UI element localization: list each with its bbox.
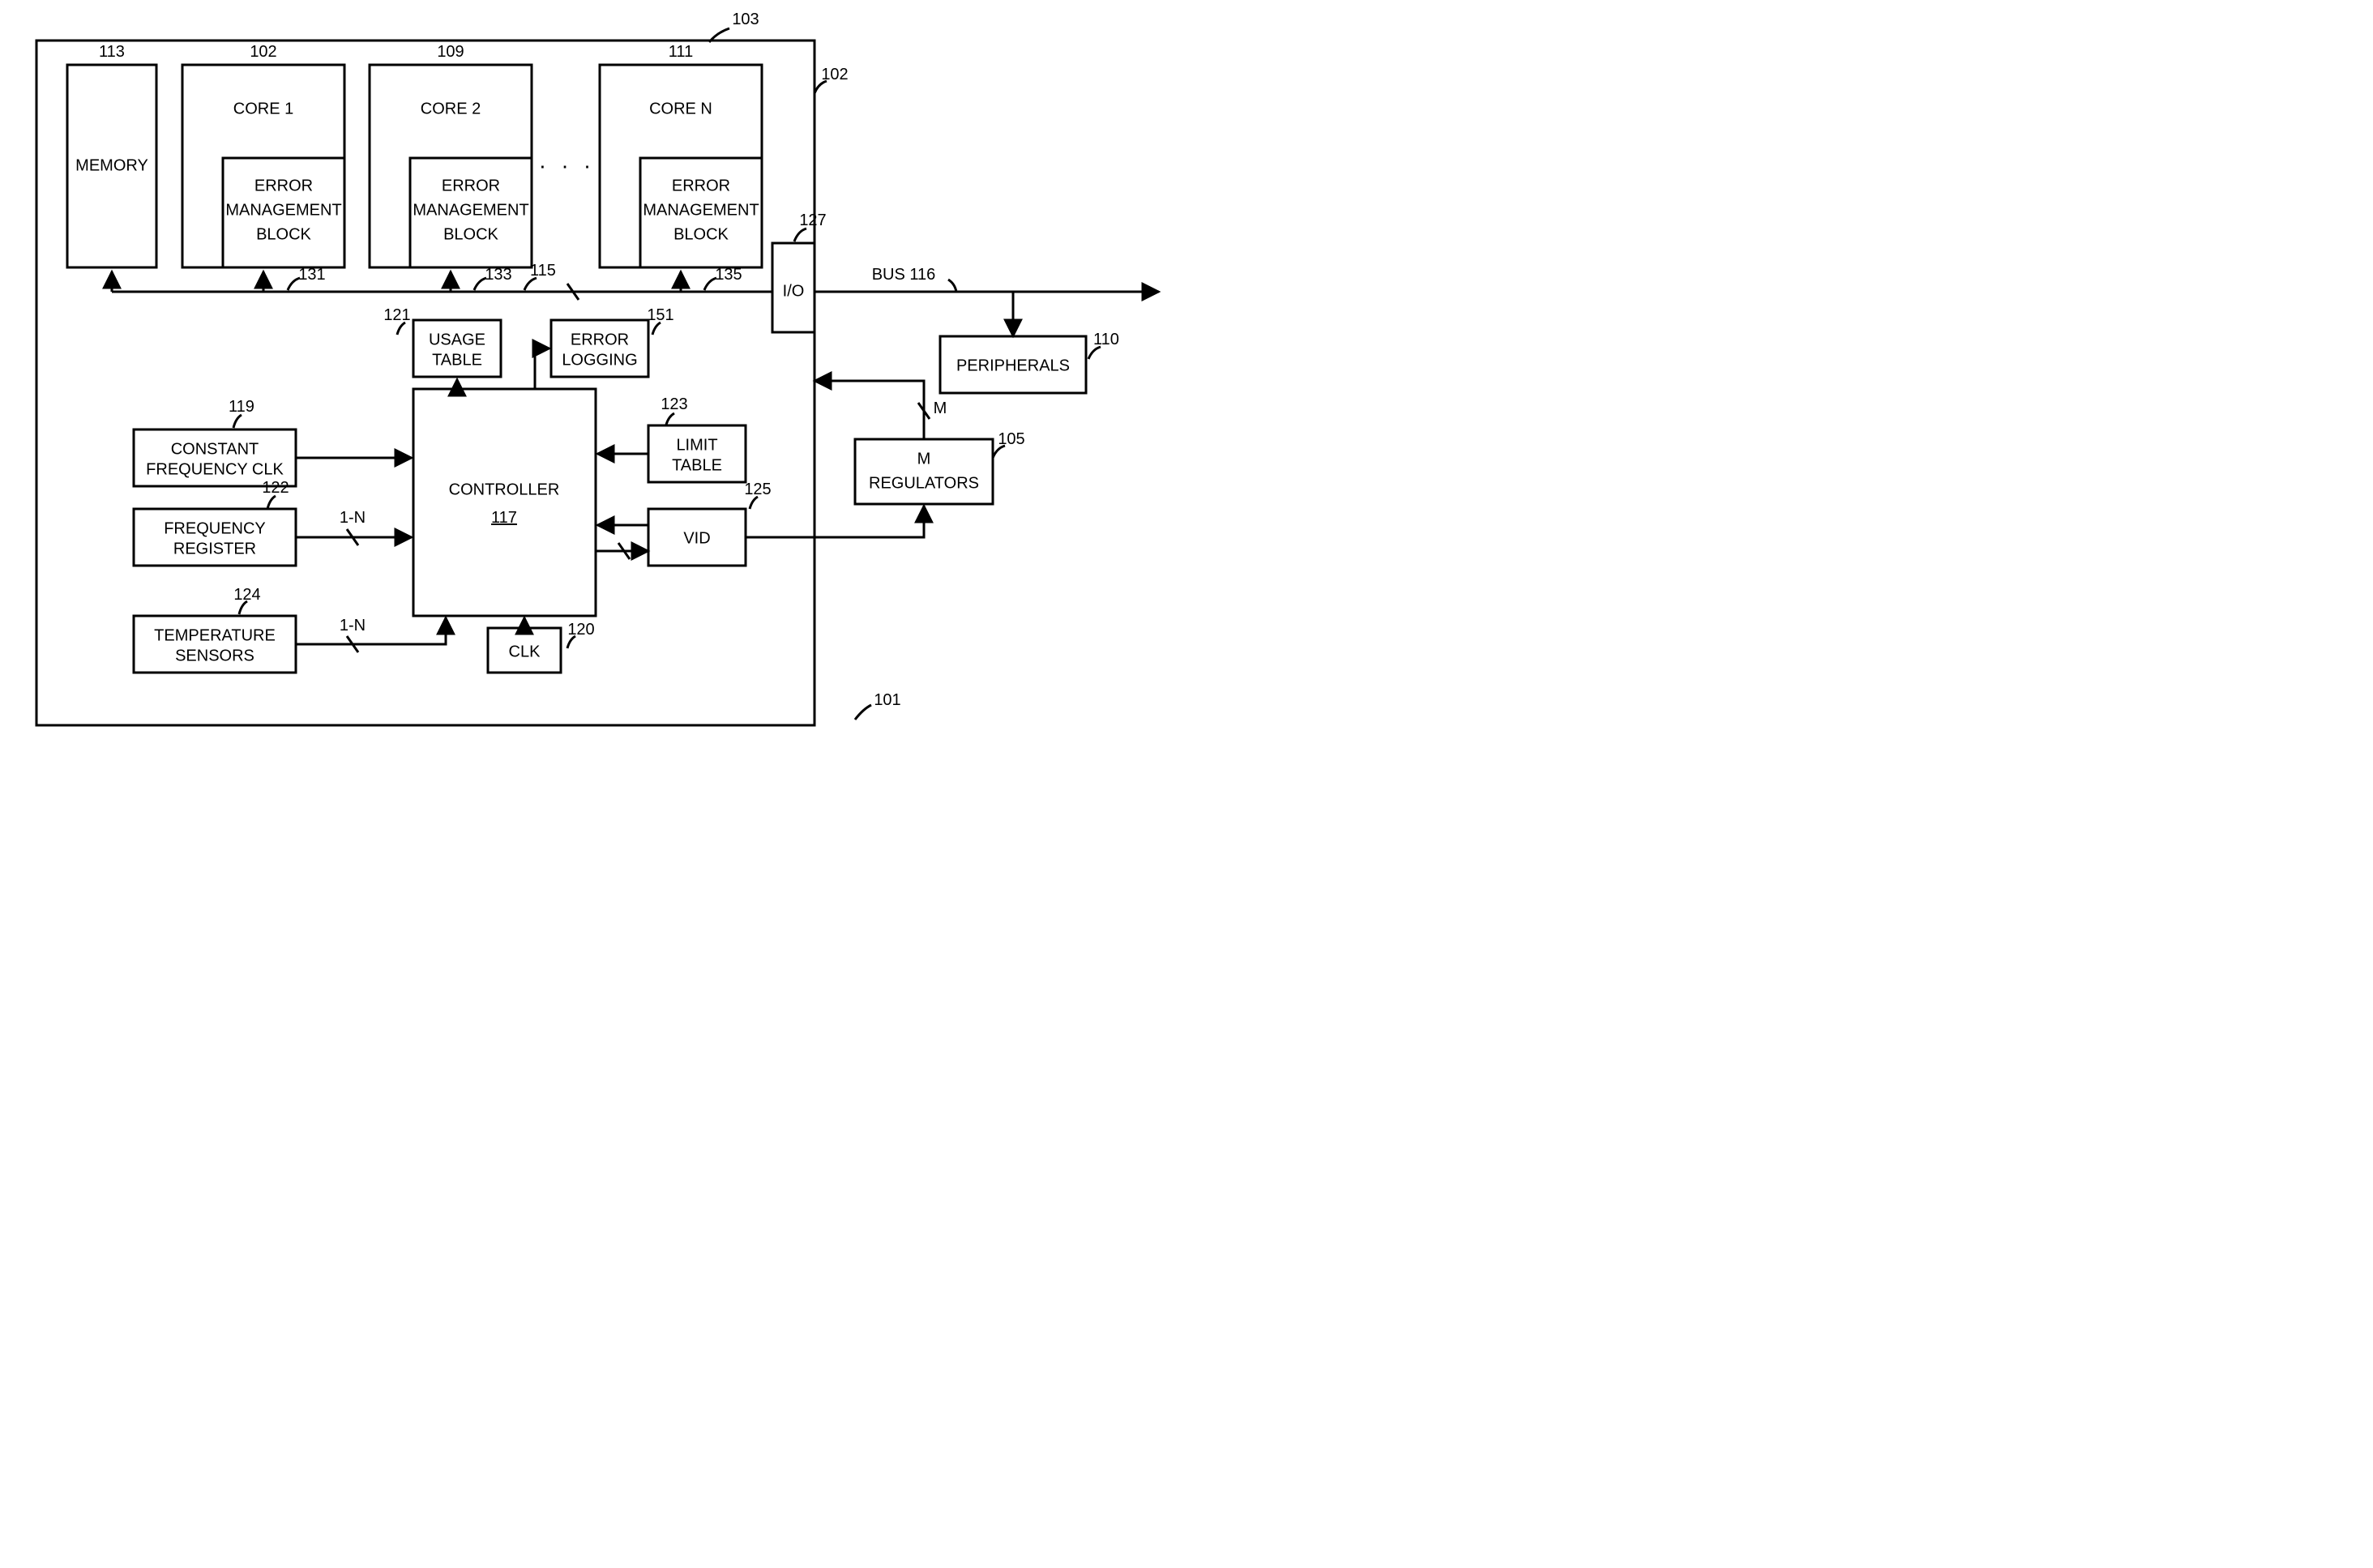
freqreg-l2: REGISTER — [173, 540, 256, 558]
ref-core1: 102 — [250, 43, 276, 61]
peripherals-label: PERIPHERALS — [956, 357, 1070, 374]
temp-l2: SENSORS — [175, 647, 254, 664]
ref-133: 133 — [485, 266, 511, 284]
coreN-label: CORE N — [649, 100, 712, 117]
emb1-l2: MANAGEMENT — [225, 201, 341, 219]
mreg-slash-m: M — [934, 399, 947, 417]
temp-1n: 1-N — [340, 617, 366, 634]
ref-121: 121 — [383, 306, 410, 324]
io-label: I/O — [783, 282, 805, 300]
ref-131: 131 — [298, 266, 325, 284]
ref-113: 113 — [99, 43, 125, 61]
embN-l2: MANAGEMENT — [643, 201, 759, 219]
limit-l1: LIMIT — [676, 436, 717, 454]
controller-block — [413, 389, 596, 616]
mreg-l1: M — [917, 450, 931, 468]
core2-label: CORE 2 — [421, 100, 481, 117]
usage-l1: USAGE — [429, 331, 485, 348]
constclk-l1: CONSTANT — [171, 440, 259, 458]
emb2-l3: BLOCK — [443, 225, 498, 243]
ref-coreN: 111 — [669, 43, 693, 61]
emb1-l3: BLOCK — [256, 225, 311, 243]
ref-127: 127 — [799, 211, 826, 229]
leader-110 — [1088, 347, 1101, 359]
ref-119: 119 — [229, 398, 254, 416]
limit-l2: TABLE — [672, 456, 722, 474]
leader-101 — [855, 705, 871, 720]
core-ellipsis: . . . — [540, 147, 596, 173]
bus-116-label: BUS 116 — [872, 266, 936, 284]
ref-124: 124 — [233, 586, 260, 604]
ref-117: 117 — [491, 509, 517, 527]
ref-115: 115 — [530, 262, 556, 280]
emb1-l1: ERROR — [254, 177, 313, 194]
mreg-block — [855, 439, 993, 504]
controller-label: CONTROLLER — [449, 481, 560, 498]
ref-135: 135 — [715, 266, 742, 284]
leader-116 — [948, 280, 956, 292]
mreg-l2: REGULATORS — [869, 474, 979, 492]
errlog-l2: LOGGING — [562, 351, 637, 369]
clk-label: CLK — [509, 643, 541, 660]
vid-label: VID — [683, 529, 710, 547]
ref-103: 103 — [732, 11, 759, 28]
errlog-l1: ERROR — [571, 331, 629, 348]
ref-151: 151 — [647, 306, 673, 324]
ref-102-side: 102 — [821, 66, 848, 83]
constclk-l2: FREQUENCY CLK — [146, 460, 284, 478]
ref-101: 101 — [874, 691, 900, 709]
freqreg-l1: FREQUENCY — [164, 519, 266, 537]
ref-120: 120 — [567, 621, 594, 639]
ref-110: 110 — [1093, 331, 1119, 348]
emb2-l2: MANAGEMENT — [413, 201, 528, 219]
emb2-l1: ERROR — [442, 177, 500, 194]
memory-label: MEMORY — [75, 156, 148, 174]
freqreg-1n: 1-N — [340, 509, 366, 527]
ref-122: 122 — [262, 479, 289, 497]
ref-125: 125 — [744, 481, 771, 498]
mreg-to-ic — [815, 381, 924, 439]
ref-105: 105 — [998, 430, 1024, 448]
core1-label: CORE 1 — [233, 100, 293, 117]
ref-core2: 109 — [437, 43, 464, 61]
usage-l2: TABLE — [432, 351, 482, 369]
embN-l1: ERROR — [672, 177, 730, 194]
embN-l3: BLOCK — [673, 225, 729, 243]
ref-123: 123 — [661, 395, 687, 413]
temp-l1: TEMPERATURE — [154, 626, 276, 644]
